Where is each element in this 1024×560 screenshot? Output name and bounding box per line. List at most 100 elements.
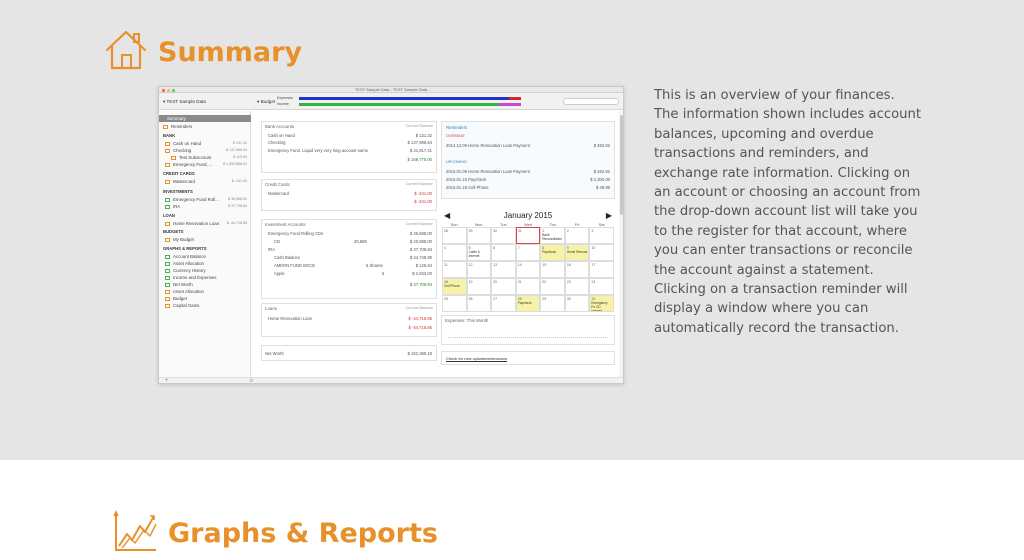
reminder-row[interactable]: 2014.12.09 Home Renovation Loan Payment $…	[446, 143, 610, 149]
calendar-day[interactable]: 5 Cable & Internet	[466, 244, 492, 261]
minimize-icon[interactable]	[167, 88, 170, 92]
calendar-day[interactable]: 18 Cell Phone	[442, 278, 467, 295]
reminders-panel: Reminders OVERDUE 2014.12.09 Home Renova…	[441, 121, 615, 199]
calendar-day[interactable]: 15	[540, 261, 565, 278]
calendar-day[interactable]: 30	[564, 295, 590, 312]
calendar-day[interactable]: 27	[491, 295, 516, 312]
sidebar-item-capital-gains[interactable]: Capital Gains	[165, 302, 199, 309]
calendar-day[interactable]: 8 Paycheck	[540, 244, 565, 261]
calendar-day[interactable]: 7	[515, 244, 541, 261]
account-selector[interactable]: ▾ TEST Sample Data	[163, 99, 206, 105]
calendar-event[interactable]: Cable & Internet	[469, 250, 490, 258]
sidebar-item-loan[interactable]: Home Renovation Loan	[165, 220, 219, 227]
report-icon	[165, 304, 170, 308]
loan-row[interactable]: Home Renovation Loan $ -44,718.85	[268, 316, 432, 322]
bank-row[interactable]: Cash on Hand $ 131.32	[268, 133, 432, 139]
investment-row[interactable]: Cash Balance $ 34,748.90	[274, 255, 432, 261]
reminder-icon	[163, 125, 168, 129]
calendar-day[interactable]: 31 Emergency Fu CD Interest	[589, 295, 614, 312]
investment-icon	[165, 198, 170, 202]
calendar-day[interactable]: 11	[442, 261, 467, 278]
calendar-day[interactable]: 2	[564, 227, 590, 244]
calendar-day[interactable]: 28 Paycheck	[515, 295, 541, 312]
calendar-event[interactable]: Bank Reconciliation	[542, 233, 563, 241]
calendar-event[interactable]: Paycheck	[518, 301, 539, 305]
calendar-day[interactable]: 4	[442, 244, 467, 261]
calendar-day-number: 2	[566, 229, 569, 233]
sidebar-item-budget-report[interactable]: Budget	[165, 295, 187, 302]
sidebar-item-mastercard[interactable]: Mastercard	[165, 178, 195, 185]
calendar-event[interactable]: Cell Phone	[444, 284, 465, 288]
calendar-day[interactable]: 30	[491, 227, 516, 244]
investment-row[interactable]: Apple 5 $ 2,833.00	[274, 271, 432, 277]
sidebar-item-account-balance[interactable]: Account Balance	[165, 253, 206, 260]
reminder-row[interactable]: 2015.01.19 Cell Phone $ 49.99	[446, 185, 610, 191]
sidebar-item-asset-allocation[interactable]: Asset Allocation	[165, 260, 204, 267]
panel-title: Bank Accounts	[265, 124, 295, 129]
net-worth-panel: Net Worth $ 162,380.19	[261, 345, 437, 361]
calendar-event[interactable]: Emergency Fu CD Interest	[591, 301, 612, 311]
reminder-row[interactable]: 2015.01.09 Home Renovation Loan Payment $…	[446, 169, 610, 175]
cc-row[interactable]: Mastercard $ -241.00	[268, 191, 432, 197]
upcoming-label: UPCOMING	[446, 160, 467, 164]
zoom-icon[interactable]	[172, 88, 175, 92]
calendar-day[interactable]: 10	[589, 244, 614, 261]
investment-row[interactable]: AMERN FUND BOCB 6 Shares $ 125.94	[274, 263, 432, 269]
sidebar-item-reminders[interactable]: Reminders	[163, 123, 192, 130]
options-icon[interactable]: ⚙	[249, 378, 253, 383]
sidebar-item-currency-history[interactable]: Currency History	[165, 267, 206, 274]
calendar-day[interactable]: 23	[564, 278, 590, 295]
search-input[interactable]	[563, 98, 619, 105]
calendar-day[interactable]: 13	[491, 261, 516, 278]
budget-selector[interactable]: ▾ Budget	[257, 99, 275, 105]
calendar-day[interactable]: 25	[442, 295, 467, 312]
calendar-day[interactable]: 26	[466, 295, 492, 312]
sidebar-item-income-expenses[interactable]: Income and Expenses	[165, 274, 216, 281]
next-month-arrow-icon[interactable]: ▶	[606, 211, 612, 220]
calendar-day[interactable]: 29	[540, 295, 565, 312]
scrollbar-thumb[interactable]	[619, 115, 623, 215]
sidebar-item-emergency-roll[interactable]: Emergency Fund Roll...	[165, 196, 219, 203]
sidebar-item-my-budget[interactable]: My Budget	[165, 236, 194, 243]
scrollbar[interactable]	[619, 111, 623, 377]
calendar-day[interactable]: 31	[515, 227, 541, 244]
updates-link[interactable]: Check for new updates/extensions	[446, 356, 507, 361]
calendar-day[interactable]: 6	[491, 244, 516, 261]
calendar-event[interactable]: Home Renova	[567, 250, 588, 254]
bank-row[interactable]: Emergency Fund, Liquid very very long ac…	[268, 148, 432, 154]
calendar-day[interactable]: 17	[589, 261, 614, 278]
reminder-row[interactable]: 2015.01.15 Paycheck $ 2,300.00	[446, 177, 610, 183]
add-icon[interactable]: +	[165, 378, 169, 383]
expenses-chart-placeholder	[448, 332, 608, 338]
sidebar-item-summary[interactable]: Summary	[159, 115, 251, 122]
calendar-day[interactable]: 19	[466, 278, 492, 295]
calendar-day[interactable]: 14	[515, 261, 541, 278]
calendar-day[interactable]: 21	[515, 278, 541, 295]
calendar-day[interactable]: 20	[491, 278, 516, 295]
calendar-day-number: 30	[566, 297, 571, 301]
calendar-day[interactable]: 24	[589, 278, 614, 295]
sidebar-item-ira[interactable]: IRA	[165, 203, 180, 210]
calendar-day[interactable]: 12	[466, 261, 492, 278]
loan-icon	[165, 222, 170, 226]
sidebar-item-asset-allocation-report[interactable]: Asset Allocation	[165, 288, 204, 295]
calendar-day[interactable]: 1 Bank Reconciliation	[540, 227, 565, 244]
calendar-event[interactable]: Paycheck	[542, 250, 563, 254]
investment-row[interactable]: CD 20,888 $ 20,888.00	[274, 239, 432, 245]
bank-row[interactable]: Checking $ 137,986.54	[268, 140, 432, 146]
sidebar-item-cash[interactable]: Cash on Hand	[165, 140, 201, 147]
calendar-week: 11 12 13 14 15 16 17	[442, 261, 614, 278]
close-icon[interactable]	[162, 88, 165, 92]
sidebar-item-subaccount[interactable]: Test Subaccount	[171, 154, 211, 161]
sidebar-item-checking[interactable]: Checking	[165, 147, 191, 154]
calendar-day[interactable]: 29	[466, 227, 492, 244]
sidebar-item-emergency[interactable]: Emergency Fund, ...	[165, 161, 213, 168]
investment-row[interactable]: IRA $ 37,708.84	[268, 247, 432, 253]
calendar-day[interactable]: 3	[589, 227, 614, 244]
calendar-day[interactable]: 22	[540, 278, 565, 295]
investment-row[interactable]: Emergency Fund Rolling CDs $ 36,888.00	[268, 231, 432, 237]
calendar-day[interactable]: 28	[442, 227, 467, 244]
calendar-day[interactable]: 16	[564, 261, 590, 278]
calendar-day[interactable]: 9 Home Renova	[564, 244, 590, 261]
sidebar-item-net-worth[interactable]: Net Worth	[165, 281, 193, 288]
